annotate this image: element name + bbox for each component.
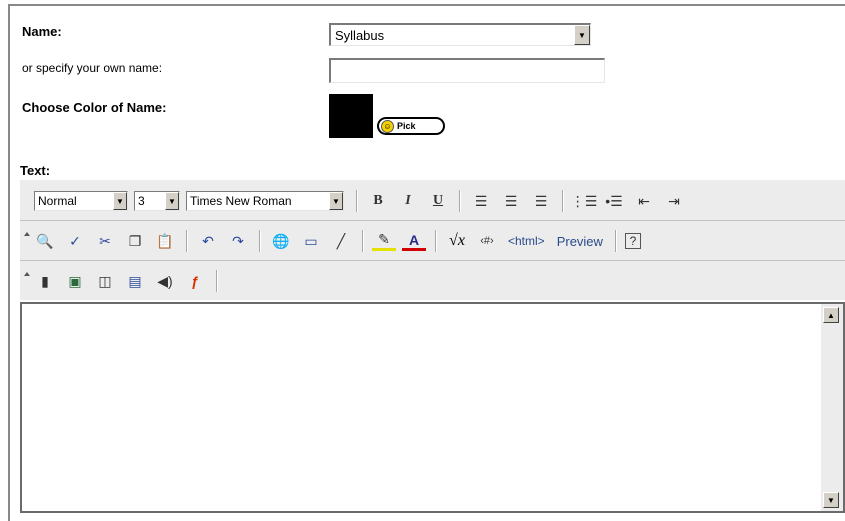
align-left-icon[interactable]: ☰ (469, 189, 493, 213)
chevron-down-icon[interactable]: ▼ (113, 192, 127, 210)
name-select-value: Syllabus (335, 27, 385, 43)
own-name-label: or specify your own name: (22, 61, 163, 75)
font-size-value: 3 (138, 194, 145, 208)
numbered-list-icon[interactable]: ⋮☰ (571, 189, 598, 213)
insert-line-icon[interactable]: ╱ (329, 229, 353, 253)
name-select[interactable]: Syllabus ▼ (329, 23, 591, 46)
font-size-select[interactable]: 3 ▼ (134, 191, 180, 211)
toolbar-row-tools: 🔍 ✓ ✂ ❐ 📋 ↶ ↷ 🌐 ▭ ╱ ✎ A √x ‹#› <html> Pr… (20, 222, 845, 260)
source-code-icon[interactable]: ‹#› (475, 229, 499, 253)
collapse-grip-icon[interactable] (20, 262, 30, 300)
align-center-icon[interactable]: ☰ (499, 189, 523, 213)
html-mode-button[interactable]: <html> (508, 234, 545, 248)
toolbar-separator (614, 230, 616, 252)
font-family-value: Times New Roman (190, 194, 292, 208)
frame-left-border (8, 4, 10, 521)
redo-icon[interactable]: ↷ (226, 229, 250, 253)
paste-icon[interactable]: 📋 (153, 229, 177, 253)
insert-flash-icon[interactable]: ƒ (183, 269, 207, 293)
highlight-color-icon[interactable]: ✎ (372, 231, 396, 251)
text-label: Text: (20, 163, 51, 178)
toolbar-separator (562, 190, 563, 212)
scroll-up-icon[interactable]: ▲ (823, 307, 839, 323)
chevron-down-icon[interactable]: ▼ (574, 25, 590, 45)
insert-link-icon[interactable]: 🌐 (269, 229, 293, 253)
equation-icon[interactable]: √x (445, 229, 469, 253)
scroll-down-icon[interactable]: ▼ (823, 492, 839, 508)
toolbar-separator (356, 190, 357, 212)
own-name-input[interactable] (329, 58, 605, 83)
vertical-scrollbar[interactable]: ▲ ▼ (821, 304, 843, 511)
preview-button[interactable]: Preview (557, 234, 603, 249)
toolbar-row-insert: ▮ ▣ ◫ ▤ ◀) ƒ (20, 262, 845, 300)
insert-audio-icon[interactable]: ◀) (153, 269, 177, 293)
undo-icon[interactable]: ↶ (196, 229, 220, 253)
indent-icon[interactable]: ⇥ (662, 189, 686, 213)
format-select-value: Normal (38, 194, 77, 208)
toolbar-separator (362, 230, 363, 252)
frame-top-border (8, 4, 845, 6)
underline-button[interactable]: U (426, 189, 450, 213)
insert-media-icon[interactable]: ◫ (93, 269, 117, 293)
chevron-down-icon[interactable]: ▼ (165, 192, 179, 210)
outdent-icon[interactable]: ⇤ (632, 189, 656, 213)
palette-icon: ☺ (381, 119, 394, 133)
font-color-icon[interactable]: A (402, 231, 426, 251)
align-right-icon[interactable]: ☰ (529, 189, 553, 213)
font-family-select[interactable]: Times New Roman ▼ (186, 191, 344, 211)
color-label: Choose Color of Name: (22, 100, 167, 115)
bold-button[interactable]: B (366, 189, 390, 213)
italic-button[interactable]: I (396, 189, 420, 213)
toolbar-separator (216, 270, 217, 292)
insert-file-icon[interactable]: ▮ (33, 269, 57, 293)
print-preview-icon[interactable]: 🔍 (33, 229, 57, 253)
toolbar-row-divider (20, 260, 845, 261)
toolbar-row-format: Normal ▼ 3 ▼ Times New Roman ▼ B I U ☰ ☰… (20, 182, 845, 220)
toolbar-separator (186, 230, 187, 252)
name-label: Name: (22, 24, 62, 39)
toolbar-separator (435, 230, 436, 252)
chevron-down-icon[interactable]: ▼ (329, 192, 343, 210)
toolbar-separator (459, 190, 460, 212)
text-editor-area[interactable]: ▲ ▼ (20, 302, 845, 513)
toolbar-separator (259, 230, 260, 252)
format-select[interactable]: Normal ▼ (34, 191, 128, 211)
pick-button-label: Pick (397, 121, 416, 131)
copy-icon[interactable]: ❐ (123, 229, 147, 253)
bulleted-list-icon[interactable]: •☰ (602, 189, 626, 213)
help-icon[interactable]: ? (624, 233, 641, 249)
collapse-grip-icon[interactable] (20, 222, 30, 260)
color-swatch (329, 94, 373, 138)
toolbar-row-divider (20, 220, 845, 221)
cut-icon[interactable]: ✂ (93, 229, 117, 253)
spellcheck-icon[interactable]: ✓ (63, 229, 87, 253)
insert-table-icon[interactable]: ▭ (299, 229, 323, 253)
pick-color-button[interactable]: ☺ Pick (377, 117, 445, 135)
insert-image-icon[interactable]: ▣ (63, 269, 87, 293)
insert-document-icon[interactable]: ▤ (123, 269, 147, 293)
